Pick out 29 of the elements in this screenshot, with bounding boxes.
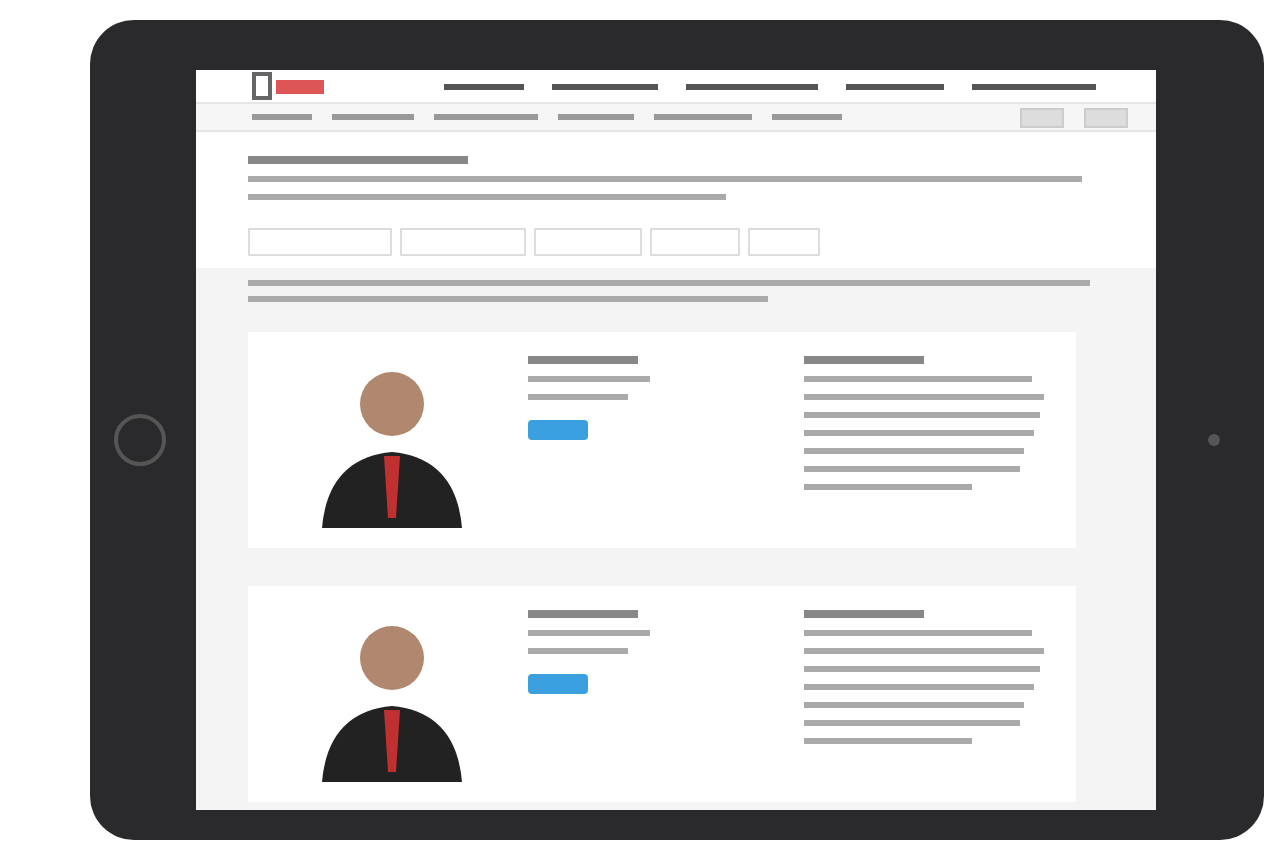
toolbar-button[interactable] — [1020, 107, 1064, 128]
illegible-tab[interactable] — [400, 228, 526, 256]
illegible-text-line — [528, 648, 627, 654]
illegible-nav-link[interactable] — [552, 83, 658, 90]
illegible-nav-link[interactable] — [444, 83, 524, 90]
illegible-heading — [804, 610, 924, 618]
illegible-text-line — [528, 630, 649, 636]
illegible-text-line — [528, 394, 627, 400]
illegible-nav-link[interactable] — [846, 83, 944, 90]
illegible-name — [528, 610, 638, 618]
illegible-toolbar-item[interactable] — [434, 114, 538, 121]
toolbar-button[interactable] — [1084, 107, 1128, 128]
illegible-toolbar-item[interactable] — [332, 114, 414, 121]
illegible-nav-link[interactable] — [686, 83, 818, 90]
camera-icon — [1208, 434, 1220, 446]
logo-icon — [252, 72, 324, 101]
illegible-toolbar-item[interactable] — [654, 114, 752, 121]
home-button-icon — [114, 414, 166, 466]
illegible-toolbar-item[interactable] — [252, 114, 312, 121]
illegible-nav-link[interactable] — [972, 83, 1096, 90]
illegible-text-line — [528, 376, 649, 382]
illegible-tab[interactable] — [650, 228, 740, 256]
illegible-tab[interactable] — [748, 228, 820, 256]
illegible-tab[interactable] — [534, 228, 642, 256]
illegible-toolbar-item[interactable] — [772, 114, 842, 121]
illegible-toolbar-item[interactable] — [558, 114, 634, 121]
illegible-tab[interactable] — [248, 228, 392, 256]
illegible-heading — [804, 356, 924, 364]
illegible-name — [528, 356, 638, 364]
